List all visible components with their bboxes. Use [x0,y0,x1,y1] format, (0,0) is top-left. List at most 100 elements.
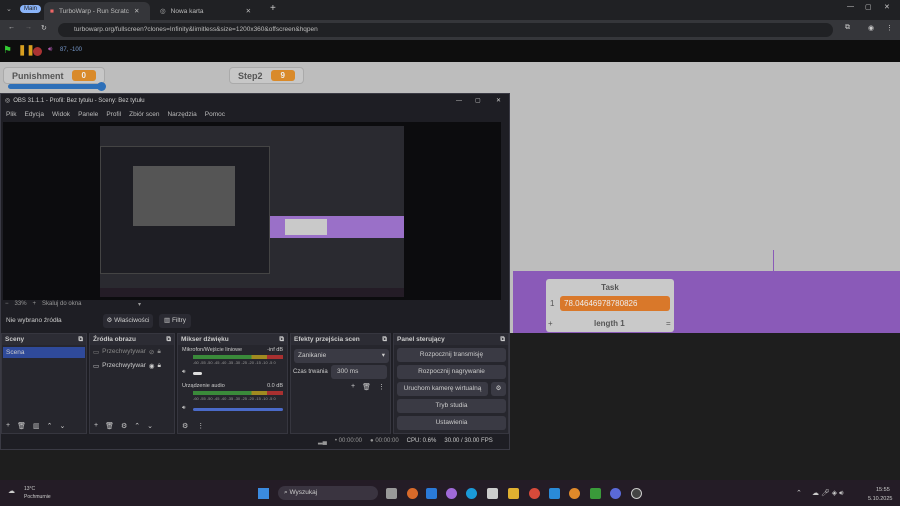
url-input[interactable]: turbowarp.org/fullscreen?clones=Infinity… [58,23,833,37]
firefox-icon[interactable] [407,488,418,499]
list-item[interactable]: 78.04646978780826 [560,296,670,311]
start-virtual-camera-button[interactable]: Uruchom kamerę wirtualną [397,382,488,396]
punishment-slider[interactable] [8,82,106,91]
zoom-out-icon[interactable]: − [5,301,9,308]
close-icon[interactable]: ✕ [134,7,139,15]
vscode-icon[interactable] [549,488,560,499]
more-icon[interactable]: ⋮ [197,422,204,430]
virtual-camera-settings-button[interactable]: ⚙ [491,382,506,396]
settings-button[interactable]: Ustawienia [397,416,506,430]
up-icon[interactable]: ⌃ [47,422,53,430]
stop-icon[interactable] [33,47,42,56]
profile-group-badge[interactable]: Main [20,5,42,13]
undock-icon[interactable]: ⧉ [500,336,505,343]
clock-date[interactable]: 5.10.2025 [868,496,892,502]
menu-panele[interactable]: Panele [78,111,98,118]
undock-icon[interactable]: ⧉ [78,336,83,343]
blender-icon[interactable] [569,488,580,499]
lock-icon[interactable]: 🔒︎ [158,362,161,370]
preview[interactable] [3,122,501,300]
start-recording-button[interactable]: Rozpocznij nagrywanie [397,365,506,379]
forward-icon[interactable]: → [25,24,32,31]
undock-icon[interactable]: ⧉ [382,336,387,343]
eye-icon[interactable]: ◉ [149,362,155,370]
menu-pomoc[interactable]: Pomoc [205,111,225,118]
chevron-down-icon[interactable]: ▾ [138,301,141,308]
lock-icon[interactable]: 🔒︎ [157,348,160,356]
minimize-icon[interactable]: — [456,98,462,104]
back-icon[interactable]: ← [8,24,15,31]
minimize-icon[interactable]: — [847,3,854,10]
extensions-icon[interactable]: ⧉ [845,24,850,32]
add-item-button[interactable]: + [548,319,553,328]
clock-time[interactable]: 15:55 [876,487,890,493]
chrome-icon[interactable] [529,488,540,499]
down-icon[interactable]: ⌄ [147,422,153,430]
start-streaming-button[interactable]: Rozpocznij transmisję [397,348,506,362]
close-icon[interactable]: ✕ [246,7,251,15]
zoom-mode-select[interactable]: Skaluj do okna [42,301,132,308]
add-icon[interactable]: + [94,422,98,430]
trash-icon[interactable]: 🗑︎ [362,383,371,391]
hidden-eye-icon[interactable]: ⊘ [149,348,154,356]
search-box[interactable]: ⌕ Wyszukaj [278,486,378,500]
ms-store-icon[interactable] [487,488,498,499]
undock-icon[interactable]: ⧉ [166,336,171,343]
menu-plik[interactable]: Plik [6,111,16,118]
close-icon[interactable]: ✕ [496,97,501,104]
duration-input[interactable]: 300 ms [331,365,387,379]
reload-icon[interactable]: ↻ [41,24,47,32]
source-item[interactable]: ▭ Przechwytywar ⊘ 🔒︎ [90,345,174,359]
new-tab-button[interactable]: + [270,3,276,14]
obs-taskbar-icon[interactable] [631,488,642,499]
zoom-in-icon[interactable]: + [33,301,37,308]
filter-icon[interactable]: ▥ [33,422,40,430]
gear-icon[interactable]: ⚙ [121,422,127,430]
more-icon[interactable]: ⋮ [378,383,385,391]
menu-zbior-scen[interactable]: Zbiór scen [129,111,159,118]
edge-icon[interactable] [466,488,477,499]
discord-icon[interactable] [610,488,621,499]
trash-icon[interactable]: 🗑︎ [17,422,26,430]
start-icon[interactable] [258,488,269,499]
advanced-audio-icon[interactable]: ⚙ [182,422,188,430]
store-icon[interactable] [426,488,437,499]
maximize-icon[interactable]: ▢ [865,3,872,11]
maximize-icon[interactable]: ▢ [475,97,481,104]
tab-new[interactable]: ◎ Nowa karta ✕ [154,2,264,20]
menu-profil[interactable]: Profil [106,111,121,118]
speaker-icon[interactable]: 🔊︎ [48,46,52,54]
close-window-icon[interactable]: ✕ [884,3,890,11]
transition-select[interactable]: Zanikanie ▾ [294,349,389,363]
tray-icons[interactable]: ☁ 🎤︎ ◈ 🔊︎ [812,489,844,498]
resize-handle[interactable]: = [666,319,671,328]
task-view-icon[interactable] [386,488,397,499]
properties-button[interactable]: ⚙ Właściwości [103,314,153,328]
slider-thumb[interactable] [97,82,106,91]
tray-chevron-icon[interactable]: ⌃ [796,489,802,497]
source-item[interactable]: ▭ Przechwytywar ◉ 🔒︎ [90,359,174,373]
tab-list-icon[interactable]: ⌄ [6,5,12,13]
down-icon[interactable]: ⌄ [59,422,65,430]
menu-widok[interactable]: Widok [52,111,70,118]
green-flag-icon[interactable]: ⚑ [3,45,12,56]
menu-narzedzia[interactable]: Narzędzia [167,111,196,118]
add-icon[interactable]: + [351,383,355,391]
speaker-icon[interactable]: 🔊︎ [182,405,185,412]
undock-icon[interactable]: ⧉ [279,336,284,343]
menu-edycja[interactable]: Edycja [24,111,44,118]
add-icon[interactable]: + [6,422,10,430]
minecraft-icon[interactable] [590,488,601,499]
filters-button[interactable]: ▥ Filtry [159,314,191,328]
up-icon[interactable]: ⌃ [134,422,140,430]
copilot-icon[interactable] [446,488,457,499]
account-icon[interactable]: ◉ [868,24,874,32]
scene-item[interactable]: Scena [3,347,85,358]
trash-icon[interactable]: 🗑︎ [105,422,114,430]
volume-slider[interactable] [193,408,283,411]
speaker-icon[interactable]: 🔊︎ [182,369,185,376]
studio-mode-button[interactable]: Tryb studia [397,399,506,413]
file-explorer-icon[interactable] [508,488,519,499]
volume-slider[interactable] [193,372,202,375]
tab-turbowarp[interactable]: ■TurboWarp - Run Scratch proje✕ [44,2,150,20]
